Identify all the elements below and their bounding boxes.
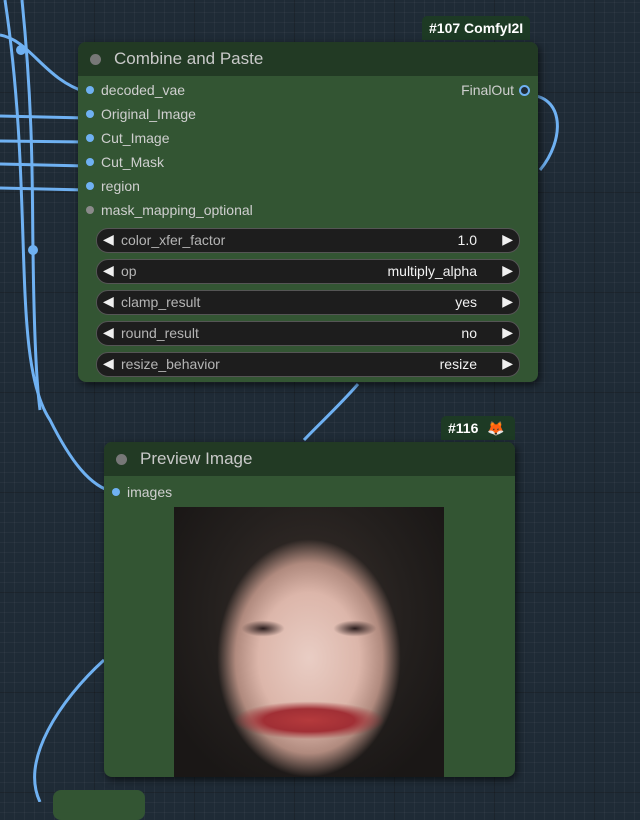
widget-op[interactable]: ◀ op multiply_alpha ▶ (96, 259, 520, 284)
decrement-arrow-icon[interactable]: ◀ (103, 231, 114, 248)
increment-arrow-icon[interactable]: ▶ (502, 262, 513, 279)
node-id-label: #116 (448, 420, 479, 436)
combine-and-paste-node[interactable]: Combine and Paste decoded_vae FinalOut Ori… (78, 42, 538, 382)
widget-name: color_xfer_factor (121, 232, 226, 248)
collapse-dot-icon[interactable] (116, 453, 127, 465)
wire-cut-mask (0, 162, 87, 168)
widget-name: clamp_result (121, 294, 201, 310)
input-slot-cut-mask[interactable]: Cut_Mask (78, 150, 538, 174)
widget-value: multiply_alpha (387, 263, 478, 279)
increment-arrow-icon[interactable]: ▶ (502, 293, 513, 310)
output-slot-dot-icon[interactable] (519, 85, 530, 96)
reroute-dot-mid (28, 245, 38, 255)
node-id-badge: #116 🦊 (441, 416, 515, 440)
preview-image (174, 507, 444, 777)
slot-dot-icon[interactable] (86, 182, 94, 190)
wire-bottom-left (33, 658, 106, 802)
slot-label: images (127, 484, 173, 500)
preview-image-node[interactable]: Preview Image images (104, 442, 515, 777)
decrement-arrow-icon[interactable]: ◀ (103, 355, 114, 372)
slot-dot-icon[interactable] (86, 206, 94, 214)
fox-icon: 🦊 (487, 420, 505, 436)
slot-label: Cut_Mask (101, 154, 165, 170)
wire-vertical-reroute (20, 0, 42, 411)
wire-decoded-vae (0, 33, 87, 94)
slot-label: mask_mapping_optional (101, 202, 253, 218)
input-slots: decoded_vae FinalOut Original_Image Cut_Ima… (78, 78, 538, 222)
widget-list: ◀ color_xfer_factor 1.0 ▶ ◀ op multiply_alpha ▶… (78, 228, 538, 377)
widget-color-xfer-factor[interactable]: ◀ color_xfer_factor 1.0 ▶ (96, 228, 520, 253)
slot-dot-icon[interactable] (86, 110, 94, 118)
input-slot-mask-mapping-optional[interactable]: mask_mapping_optional (78, 198, 538, 222)
widget-value: no (461, 325, 477, 341)
node-header[interactable]: Preview Image (104, 442, 515, 476)
slot-dot-icon[interactable] (86, 134, 94, 142)
widget-resize-behavior[interactable]: ◀ resize_behavior resize ▶ (96, 352, 520, 377)
decrement-arrow-icon[interactable]: ◀ (103, 293, 114, 310)
wire-to-preview (302, 383, 360, 442)
slot-dot-icon[interactable] (86, 86, 94, 94)
widget-round-result[interactable]: ◀ round_result no ▶ (96, 321, 520, 346)
output-slot-label: FinalOut (461, 82, 514, 98)
increment-arrow-icon[interactable]: ▶ (502, 355, 513, 372)
slot-label: decoded_vae (101, 82, 186, 98)
collapse-dot-icon[interactable] (90, 53, 101, 65)
widget-value: yes (455, 294, 477, 310)
wire-region (0, 186, 87, 192)
widget-name: resize_behavior (121, 356, 220, 372)
slot-label: region (101, 178, 140, 194)
input-slot-decoded-vae[interactable]: decoded_vae FinalOut (78, 78, 538, 102)
widget-value: resize (439, 356, 477, 372)
reroute-dot-top (16, 45, 26, 55)
wire-cut-image (0, 139, 87, 144)
slot-dot-icon[interactable] (86, 158, 94, 166)
input-slot-original-image[interactable]: Original_Image (78, 102, 538, 126)
widget-name: round_result (121, 325, 199, 341)
wire-original-image (0, 114, 87, 120)
decrement-arrow-icon[interactable]: ◀ (103, 262, 114, 279)
input-slot-cut-image[interactable]: Cut_Image (78, 126, 538, 150)
node-title: Preview Image (140, 449, 253, 468)
input-slot-region[interactable]: region (78, 174, 538, 198)
input-slot-images[interactable]: images (104, 480, 515, 504)
widget-value: 1.0 (457, 232, 477, 248)
partial-node[interactable] (53, 790, 145, 820)
node-title: Combine and Paste (114, 49, 264, 68)
decrement-arrow-icon[interactable]: ◀ (103, 324, 114, 341)
slot-label: Original_Image (101, 106, 196, 122)
increment-arrow-icon[interactable]: ▶ (502, 231, 513, 248)
widget-name: op (121, 263, 137, 279)
widget-clamp-result[interactable]: ◀ clamp_result yes ▶ (96, 290, 520, 315)
increment-arrow-icon[interactable]: ▶ (502, 324, 513, 341)
slot-dot-icon[interactable] (112, 488, 120, 496)
node-header[interactable]: Combine and Paste (78, 42, 538, 76)
node-id-badge: #107 ComfyI2I (422, 16, 531, 40)
slot-label: Cut_Image (101, 130, 170, 146)
